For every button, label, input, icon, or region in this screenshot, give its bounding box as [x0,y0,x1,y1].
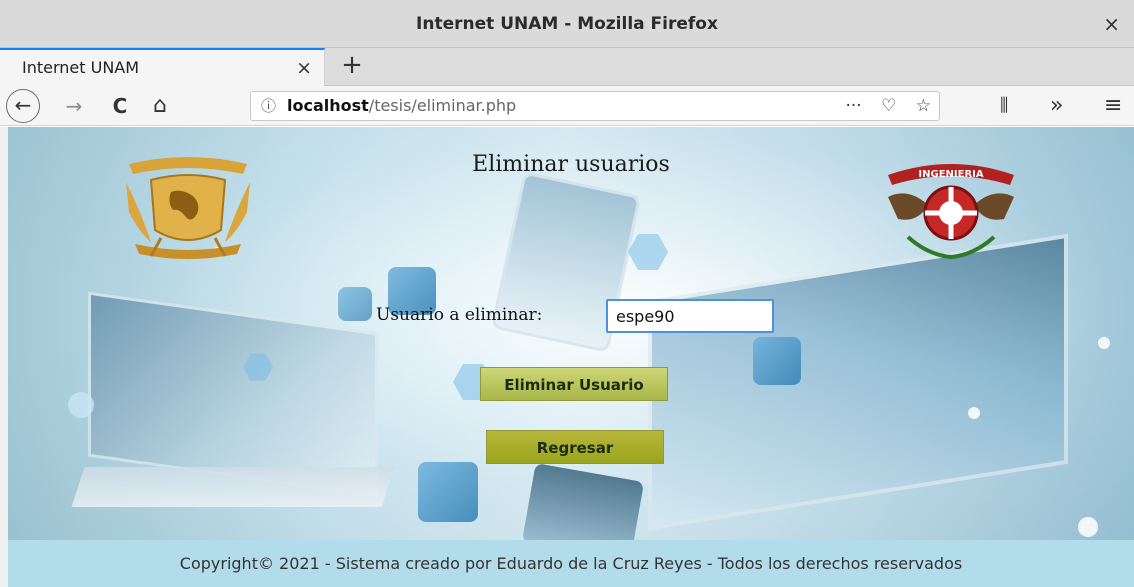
window-title: Internet UNAM - Mozilla Firefox [416,14,718,34]
tab-strip: Internet UNAM × + [0,48,1134,86]
url-actions: ··· ♡ ☆ [831,92,931,120]
tab-label: Internet UNAM [22,58,140,77]
url-bar[interactable]: ⓘ localhost/tesis/eliminar.php ··· ♡ ☆ [250,91,940,121]
navigation-toolbar: ← → C ⌂ ⓘ localhost/tesis/eliminar.php ·… [0,86,1134,126]
background-light-dot [1078,517,1098,537]
overflow-icon[interactable]: » [1050,86,1063,126]
menu-icon[interactable]: ≡ [1104,86,1122,126]
new-tab-button[interactable]: + [338,48,366,84]
window-close-icon[interactable]: × [1103,0,1120,48]
page-actions-icon[interactable]: ··· [845,96,861,116]
bookmark-star-icon[interactable]: ☆ [916,96,931,116]
page-footer: Copyright© 2021 - Sistema creado por Edu… [8,540,1134,587]
tab-close-icon[interactable]: × [296,50,312,86]
back-button[interactable]: Regresar [486,430,664,464]
url-path: /tesis/eliminar.php [368,96,517,115]
page-title: Eliminar usuarios [472,152,670,177]
window-left-edge [0,127,8,587]
background-hexagon [628,234,668,270]
tab-internet-unam[interactable]: Internet UNAM × [0,48,325,86]
forward-icon[interactable]: → [58,90,90,122]
background-light-dot [968,407,980,419]
library-icon[interactable]: ⫼ [1000,86,1008,126]
window-titlebar: Internet UNAM - Mozilla Firefox × [0,0,1134,48]
pocket-icon[interactable]: ♡ [881,96,896,116]
delete-user-button[interactable]: Eliminar Usuario [480,367,668,401]
background-mail-cube [418,462,478,522]
background-small-cube [338,287,372,321]
copyright-text: Copyright© 2021 - Sistema creado por Edu… [179,554,963,573]
home-icon[interactable]: ⌂ [144,90,176,122]
back-icon[interactable]: ← [6,89,40,123]
username-input[interactable] [606,299,774,333]
reload-icon[interactable]: C [104,90,136,122]
background-light-dot [68,392,94,418]
background-laptop-right [648,233,1068,531]
site-info-icon[interactable]: ⓘ [261,92,276,120]
background-light-dot [1098,337,1110,349]
url-host: localhost [287,96,369,115]
username-label: Usuario a eliminar: [376,305,543,325]
background-tablet [521,463,645,540]
background-chat-cube [753,337,801,385]
page-content: INGENIERIA Eliminar usuarios Usuario a e… [8,127,1134,540]
url-text[interactable]: localhost/tesis/eliminar.php [287,92,516,120]
background-laptop-keyboard [71,467,395,507]
